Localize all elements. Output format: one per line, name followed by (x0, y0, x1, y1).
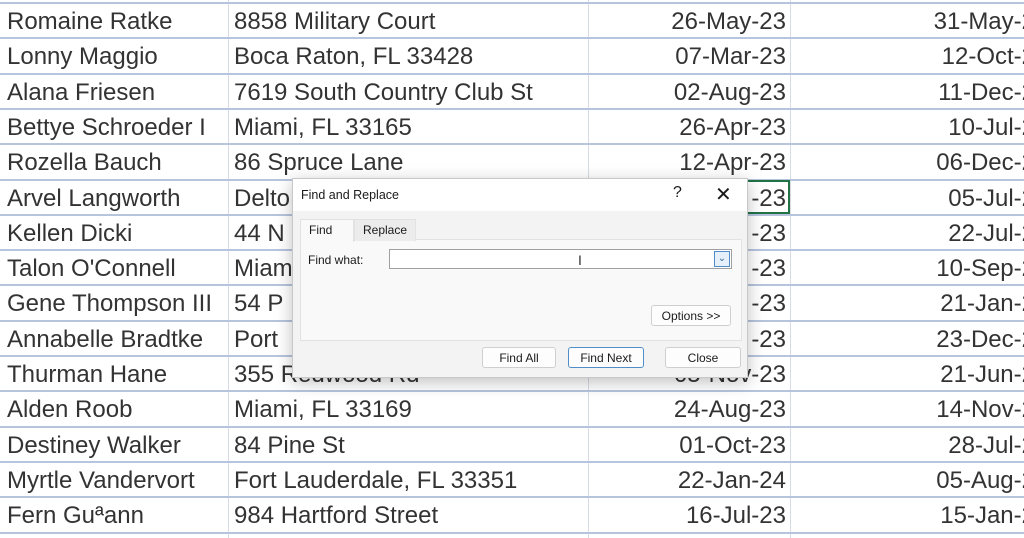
dialog-titlebar[interactable]: Find and Replace ? ✕ (293, 179, 747, 211)
cell[interactable]: Thurman Hane (7, 357, 227, 392)
find-next-button[interactable]: Find Next (568, 347, 644, 368)
cell[interactable]: Annabelle Bradtke (7, 322, 227, 357)
cell[interactable]: 01-Oct-23 (590, 428, 786, 463)
cell[interactable]: 984 Hartford Street (234, 498, 584, 533)
cell[interactable]: 21-Jun-2 (795, 357, 1024, 392)
column-gridline (228, 0, 229, 538)
cell[interactable]: 28-Jul-2 (795, 428, 1024, 463)
cell[interactable]: Bettye Schroeder I (7, 110, 227, 145)
tab-replace[interactable]: Replace (354, 219, 417, 241)
cell[interactable]: 7619 South Country Club St (234, 75, 584, 110)
tab-find[interactable]: Find (300, 219, 354, 242)
options-button[interactable]: Options >> (651, 305, 731, 326)
cell[interactable]: 05-Jul-2 (795, 181, 1024, 216)
close-button[interactable]: Close (665, 347, 741, 368)
cell[interactable]: Fort Lauderdale, FL 33351 (234, 463, 584, 498)
cell[interactable]: Fern Guªann (7, 498, 227, 533)
cell[interactable]: 26-May-23 (590, 4, 786, 39)
find-what-input[interactable]: I ⌄ (389, 249, 732, 269)
cell[interactable]: 14-Nov-2 (795, 392, 1024, 427)
cell[interactable]: 23-Dec-2 (795, 322, 1024, 357)
cell[interactable]: 07-Mar-23 (590, 39, 786, 74)
cell[interactable]: 10-Sep-2 (795, 251, 1024, 286)
cell[interactable]: 10-Jul-2 (795, 110, 1024, 145)
cell[interactable]: 86 Spruce Lane (234, 145, 584, 180)
find-replace-dialog: Find and Replace ? ✕ Find Replace Find w… (292, 178, 748, 378)
cell[interactable]: 22-Jul-2 (795, 216, 1024, 251)
cell[interactable]: 16-Jul-23 (590, 498, 786, 533)
cell[interactable]: 11-Dec-2 (795, 75, 1024, 110)
cell[interactable]: Arvel Langworth (7, 181, 227, 216)
close-icon[interactable]: ✕ (715, 182, 732, 207)
dialog-title: Find and Replace (301, 188, 399, 202)
cell[interactable]: Kellen Dicki (7, 216, 227, 251)
cell[interactable]: 12-Oct-2 (795, 39, 1024, 74)
cell[interactable]: Lonny Maggio (7, 39, 227, 74)
cell[interactable]: 84 Pine St (234, 428, 584, 463)
cell[interactable]: 21-Jan-2 (795, 286, 1024, 321)
cell[interactable]: 15-Jan-2 (795, 498, 1024, 533)
cell[interactable]: 24-Aug-23 (590, 392, 786, 427)
cell[interactable]: 02-Aug-23 (590, 75, 786, 110)
cell[interactable]: 8858 Military Court (234, 4, 584, 39)
cell[interactable]: Myrtle Vandervort (7, 463, 227, 498)
cell[interactable]: Boca Raton, FL 33428 (234, 39, 584, 74)
cell[interactable]: 22-Jan-24 (590, 463, 786, 498)
cell[interactable]: Alden Roob (7, 392, 227, 427)
cell[interactable]: Romaine Ratke (7, 4, 227, 39)
chevron-down-icon[interactable]: ⌄ (714, 251, 730, 267)
cell[interactable]: Gene Thompson III (7, 286, 227, 321)
find-what-label: Find what: (308, 253, 364, 267)
cell[interactable]: Miami, FL 33165 (234, 110, 584, 145)
find-all-button[interactable]: Find All (482, 347, 556, 368)
cell[interactable]: 05-Aug-2 (795, 463, 1024, 498)
cell[interactable]: Miami, FL 33169 (234, 392, 584, 427)
help-button[interactable]: ? (673, 184, 682, 202)
column-gridline (790, 0, 791, 538)
cell[interactable]: Alana Friesen (7, 75, 227, 110)
text-cursor-icon: I (578, 252, 582, 268)
cell[interactable]: 26-Apr-23 (590, 110, 786, 145)
cell[interactable]: Talon O'Connell (7, 251, 227, 286)
cell[interactable]: Destiney Walker (7, 428, 227, 463)
cell[interactable]: 06-Dec-2 (795, 145, 1024, 180)
cell[interactable]: 12-Apr-23 (590, 145, 786, 180)
cell[interactable]: Rozella Bauch (7, 145, 227, 180)
cell[interactable]: 31-May-2 (795, 4, 1024, 39)
